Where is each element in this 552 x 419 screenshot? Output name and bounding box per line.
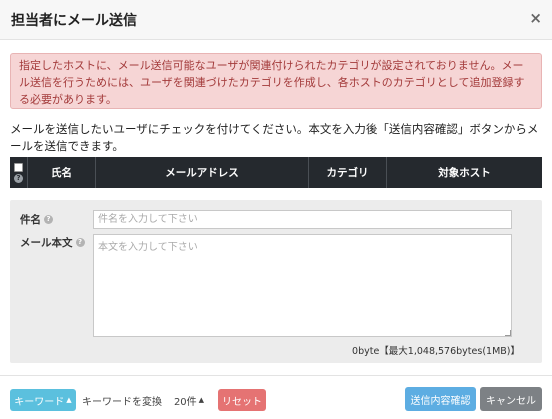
- user-table-header: ? 氏名 メールアドレス カテゴリ 対象ホスト: [10, 157, 542, 188]
- mail-form-panel: 件名 ? メール本文 ? 0byte【最大1,048,576bytes(1MB)…: [10, 200, 542, 363]
- reset-button[interactable]: リセット: [218, 389, 266, 411]
- column-header-email: メールアドレス: [96, 157, 309, 188]
- mail-body-textarea[interactable]: [93, 234, 512, 337]
- confirm-send-button[interactable]: 送信内容確認: [405, 387, 476, 411]
- page-size-label: 20件: [173, 396, 197, 408]
- convert-keyword-button[interactable]: キーワードを変換: [81, 389, 163, 411]
- warning-alert: 指定したホストに、メール送信可能なユーザが関連付けられたカテゴリが設定されており…: [10, 53, 542, 109]
- subject-input[interactable]: [93, 210, 512, 229]
- close-icon[interactable]: ×: [529, 9, 542, 27]
- resize-handle-icon[interactable]: [505, 330, 511, 336]
- instruction-text: メールを送信したいユーザにチェックを付けてください。本文を入力後「送信内容確認」…: [10, 122, 539, 153]
- subject-label: 件名: [20, 214, 41, 226]
- select-all-column: ?: [10, 157, 28, 188]
- caret-up-icon: ▲: [198, 396, 205, 404]
- help-icon[interactable]: ?: [75, 238, 85, 247]
- help-icon[interactable]: ?: [44, 215, 53, 224]
- keyword-button-label: キーワード: [14, 396, 65, 408]
- column-header-category: カテゴリ: [309, 157, 387, 188]
- dialog-header: 担当者にメール送信 ×: [0, 0, 552, 40]
- help-icon[interactable]: ?: [14, 173, 23, 183]
- page-size-dropdown[interactable]: 20件 ▲: [170, 389, 208, 411]
- body-label-group: メール本文 ?: [20, 235, 85, 250]
- send-mail-dialog: 担当者にメール送信 × 指定したホストに、メール送信可能なユーザが関連付けられた…: [0, 0, 552, 419]
- dialog-title: 担当者にメール送信: [11, 13, 137, 29]
- byte-counter: 0byte【最大1,048,576bytes(1MB)】: [352, 346, 520, 357]
- caret-up-icon: ▲: [66, 396, 72, 404]
- column-header-name: 氏名: [28, 157, 96, 188]
- cancel-button[interactable]: キャンセル: [480, 387, 542, 411]
- subject-label-group: 件名 ?: [20, 212, 53, 227]
- keyword-dropdown-button[interactable]: キーワード ▲: [10, 389, 76, 411]
- body-label: メール本文: [20, 237, 73, 249]
- column-header-target-host: 対象ホスト: [438, 167, 491, 179]
- select-all-checkbox[interactable]: [14, 162, 23, 172]
- dialog-footer: キーワード ▲ キーワードを変換 20件 ▲ リセット 送信内容確認 キャンセル: [0, 375, 552, 419]
